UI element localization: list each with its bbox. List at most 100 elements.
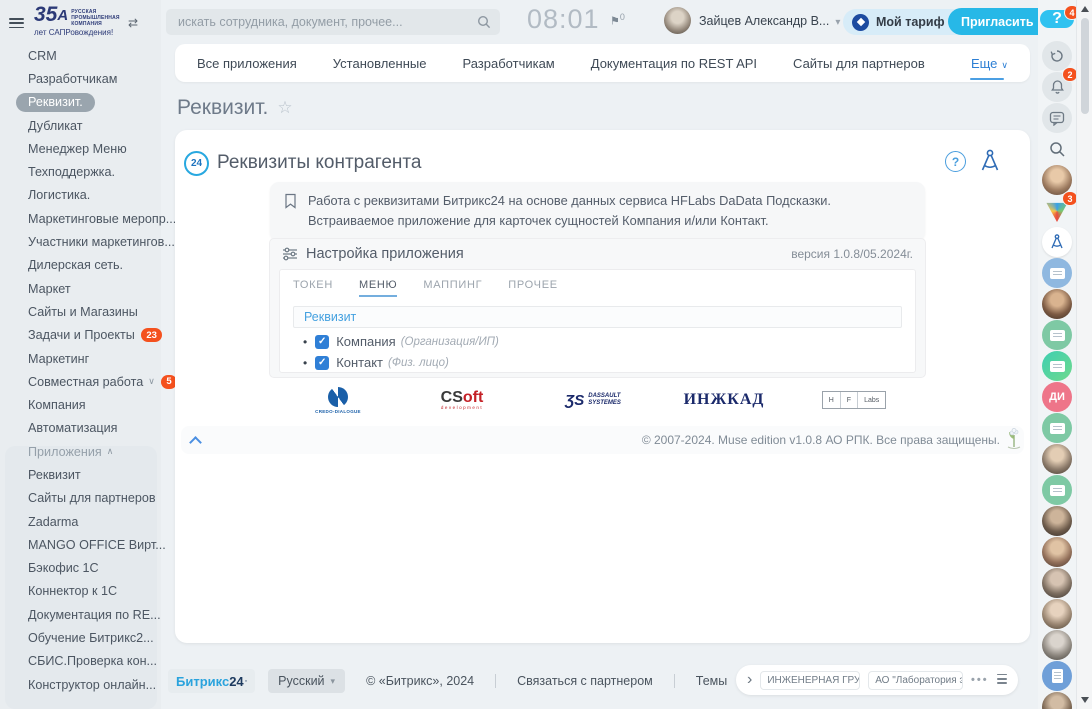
sidebar-item-constructor[interactable]: Конструктор онлайн... (0, 673, 161, 696)
sidebar-item-developers[interactable]: Разработчикам (0, 67, 161, 90)
favorite-star-icon[interactable]: ☆ (277, 98, 292, 118)
tab-more[interactable]: Еще ∨ (971, 56, 1008, 71)
sidebar-item-rekvizit-active[interactable]: Реквизит. (0, 91, 161, 114)
sidebar-item-backoffice-1c[interactable]: Бэкофис 1С (0, 557, 161, 580)
tab-partner-sites[interactable]: Сайты для партнеров (793, 56, 925, 71)
sidebar-item-sbis[interactable]: СБИС.Проверка кон... (0, 650, 161, 673)
csoft-logo[interactable]: CSoft development (431, 383, 493, 417)
page-scrollbar[interactable] (1076, 0, 1092, 709)
contact-card-chat-icon[interactable] (1042, 258, 1072, 288)
settings-tab-mapping[interactable]: МАППИНГ (423, 279, 482, 297)
company-checkbox[interactable]: ✓ (315, 334, 330, 349)
chat-avatar[interactable] (1042, 692, 1072, 709)
sidebar-item-sites-stores[interactable]: Сайты и Магазины (0, 300, 161, 323)
messenger-icon[interactable] (1042, 103, 1072, 133)
sidebar-item-label: Автоматизация (28, 421, 118, 436)
tab-developers[interactable]: Разработчикам (462, 56, 554, 71)
scroll-down-arrow[interactable] (1081, 697, 1089, 703)
scroll-thumb[interactable] (1081, 18, 1089, 114)
scroll-up-arrow[interactable] (1081, 6, 1089, 12)
settings-tab-token[interactable]: ТОКЕН (293, 279, 333, 297)
contact-card-chat-icon[interactable] (1042, 413, 1072, 443)
sidebar-item-tasks-projects[interactable]: Задачи и Проекты 23 (0, 324, 163, 347)
language-selector[interactable]: Русский ▾ (268, 669, 346, 693)
contact-partner-link[interactable]: Связаться с партнером (517, 674, 653, 688)
sidebar-item-collaboration[interactable]: Совместная работа ∨ 5 (0, 370, 178, 393)
chat-avatar[interactable] (1042, 444, 1072, 474)
sidebar-item-crm[interactable]: CRM (0, 44, 161, 67)
user-avatar[interactable] (664, 7, 691, 34)
settings-tab-menu[interactable]: МЕНЮ (358, 279, 398, 297)
collapse-chevron-icon[interactable] (189, 435, 202, 449)
sidebar-item-partner-sites[interactable]: Сайты для партнеров (0, 487, 161, 510)
sidebar-item-marketing-members[interactable]: Участники маркетингов... (0, 230, 175, 253)
sidebar-item-logistics[interactable]: Логистика. (0, 184, 161, 207)
rpk-compass-icon[interactable] (978, 148, 1002, 174)
sidebar-item-applications[interactable]: Приложения ∧ (0, 440, 161, 463)
rpk-compass-chat-icon[interactable] (1042, 227, 1072, 257)
credo-dialogue-logo[interactable]: CREDO-DIALOGUE (308, 383, 368, 417)
chat-avatar[interactable] (1042, 568, 1072, 598)
chat-chip-1[interactable]: ИНЖЕНЕРНАЯ ГРУПП... (760, 670, 861, 690)
chat-avatar[interactable] (1042, 506, 1072, 536)
dock-more-icon[interactable]: ••• (971, 674, 989, 686)
tab-all-apps[interactable]: Все приложения (197, 56, 297, 71)
chat-chip-2[interactable]: АО "Лаборатория эле... (868, 670, 964, 690)
dassault-systemes-logo[interactable]: ƷS DASSAULT SYSTEMES (556, 383, 630, 417)
notifications-bell-icon[interactable]: 2 (1042, 67, 1078, 102)
contact-card-chat-icon[interactable] (1042, 320, 1072, 350)
chevron-down-icon: ▾ (835, 17, 841, 28)
tab-rest-api-docs[interactable]: Документация по REST API (591, 56, 757, 71)
dock-expand-icon[interactable]: › (747, 672, 752, 688)
active-tab-underline (970, 78, 1004, 80)
sidebar-item-manager-menu[interactable]: Менеджер Меню (0, 137, 161, 160)
menu-burger-icon[interactable] (9, 18, 24, 29)
worktime-clock[interactable]: 08:01 (527, 4, 600, 35)
divider (495, 674, 497, 688)
bitrix24-footer-logo[interactable]: Битрикс 24 ◦ (168, 669, 256, 693)
initials-chat-avatar[interactable]: ДИ (1042, 382, 1072, 412)
sidebar-item-support[interactable]: Техподдержка. (0, 160, 161, 183)
sidebar-item-market[interactable]: Маркет (0, 277, 161, 300)
sidebar-item-rest-docs[interactable]: Документация по RE... (0, 603, 161, 626)
contact-card-chat-icon[interactable] (1042, 475, 1072, 505)
sidebar-item-label: Дубликат (28, 118, 83, 133)
chat-avatar[interactable] (1042, 599, 1072, 629)
chat-avatar[interactable] (1042, 537, 1072, 567)
settings-section-rekvizit[interactable]: Реквизит (293, 306, 902, 328)
dock-list-icon[interactable] (996, 673, 1007, 687)
sidebar-item-mango-office[interactable]: MANGO OFFICE Вирт... (0, 533, 166, 556)
sidebar-item-company[interactable]: Компания (0, 393, 161, 416)
themes-link[interactable]: Темы (696, 674, 727, 688)
apps-tabs-bar: Все приложения Установленные Разработчик… (175, 44, 1030, 82)
hflabs-logo[interactable]: H F Labs (818, 387, 890, 413)
chat-avatar[interactable] (1042, 289, 1072, 319)
sidebar-item-marketing[interactable]: Маркетинг (0, 347, 161, 370)
sidebar-item-marketing-events[interactable]: Маркетинговые меропр... (0, 207, 176, 230)
user-menu[interactable]: Зайцев Александр В... ▾ (699, 14, 840, 28)
settings-panel: Настройка приложения версия 1.0.8/05.202… (269, 238, 926, 378)
document-chat-icon[interactable] (1042, 661, 1072, 691)
sidebar-settings-icon[interactable]: ⇄ (128, 16, 138, 30)
sidebar-item-connector-1c[interactable]: Коннектор к 1С (0, 580, 161, 603)
chat-avatar[interactable] (1042, 630, 1072, 660)
contact-checkbox[interactable]: ✓ (315, 355, 330, 370)
sidebar-item-dealer-network[interactable]: Дилерская сеть. (0, 254, 161, 277)
partner-logos-row: CREDO-DIALOGUE CSoft development ƷS DASS… (308, 382, 890, 418)
help-button[interactable]: ? 4 (1040, 5, 1080, 28)
sidebar-item-rekvizit-app[interactable]: Реквизит (0, 463, 161, 486)
flag-count: 0 (619, 12, 625, 22)
marker-chat-icon[interactable]: 3 (1042, 191, 1078, 226)
sidebar-item-zadarma[interactable]: Zadarma (0, 510, 161, 533)
contact-card-chat-icon[interactable] (1042, 351, 1072, 381)
sidebar-item-training[interactable]: Обучение Битрикс2... (0, 626, 161, 649)
worktime-flag[interactable]: ⚑0 (610, 12, 625, 28)
sidebar-item-dublikat[interactable]: Дубликат (0, 114, 161, 137)
settings-tab-other[interactable]: ПРОЧЕЕ (508, 279, 558, 297)
search-input[interactable] (166, 9, 500, 35)
inzhkad-logo[interactable]: ИНЖКАД (684, 385, 763, 415)
tab-installed[interactable]: Установленные (333, 56, 427, 71)
sidebar-item-automation[interactable]: Автоматизация (0, 417, 161, 440)
help-icon[interactable]: ? (945, 151, 966, 172)
rail-search-icon[interactable] (1042, 134, 1072, 164)
